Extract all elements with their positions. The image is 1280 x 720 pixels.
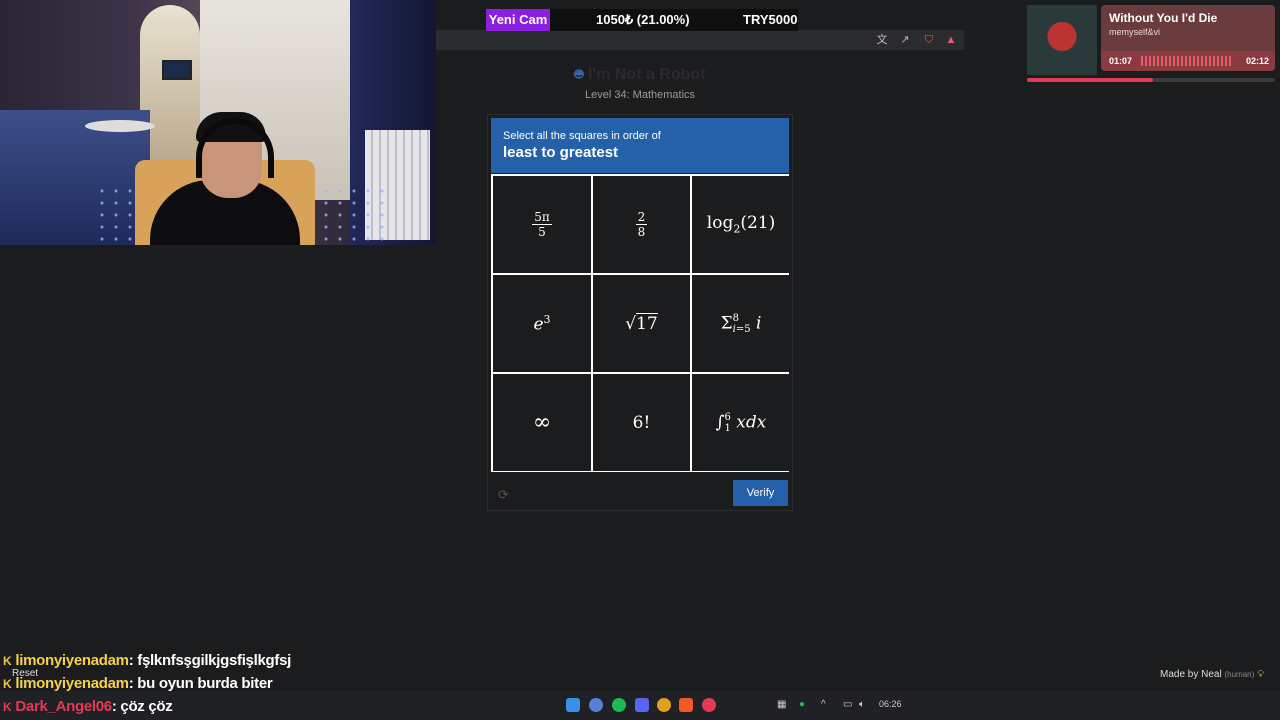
translate-icon[interactable]: 文 xyxy=(874,32,890,48)
robot-icon: 🤖︎ xyxy=(574,66,584,83)
kick-icon: K xyxy=(3,700,12,714)
tray-spotify-icon[interactable]: ● xyxy=(799,699,805,710)
spotify-icon[interactable] xyxy=(612,698,626,712)
chat-username: Dark_Angel06 xyxy=(15,698,112,715)
captcha-heading: 🤖︎ I'm Not a Robot Level 34: Mathematics xyxy=(440,64,840,101)
chat-text: çöz çöz xyxy=(120,698,173,715)
tray-chevron-icon[interactable]: ^ xyxy=(821,699,826,710)
song-progress-bar xyxy=(1027,78,1275,82)
tray-app-icon[interactable]: ▦ xyxy=(777,699,786,710)
captcha-widget: Select all the squares in order of least… xyxy=(487,114,793,511)
taskbar: ▦ ● ^ ▭ 🔈︎ 06:26 xyxy=(0,691,1280,720)
prompt-text: Select all the squares in order of xyxy=(503,130,661,142)
chat-username: limonyiyenadam xyxy=(15,652,129,669)
stream-goal-bar: Yeni Cam 1050₺ (21.00%) TRY5000 xyxy=(486,9,798,31)
prompt-bold-text: least to greatest xyxy=(503,144,619,161)
cell-5pi-over-5[interactable]: 5π 5 xyxy=(493,176,591,273)
goal-progress: 1050₺ (21.00%) xyxy=(596,12,690,27)
webcam-overlay xyxy=(0,0,436,245)
network-icon[interactable]: ▭ xyxy=(843,699,852,710)
chat-text: bu oyun burda biter xyxy=(137,675,273,692)
reset-label[interactable]: Reset xyxy=(12,668,38,679)
chat-message: Klimonyiyenadam: bu oyun burda biter xyxy=(3,675,273,692)
refresh-icon[interactable]: ⟳ xyxy=(498,487,509,503)
brave-rewards-icon[interactable]: ▲ xyxy=(943,32,959,48)
cell-log2-21[interactable]: log2(21) xyxy=(692,176,790,273)
cell-e-cubed[interactable]: e3 xyxy=(493,275,591,372)
cell-sqrt-17[interactable]: √17 xyxy=(593,275,690,372)
song-progress-fill xyxy=(1027,78,1154,82)
chrome-icon[interactable] xyxy=(657,698,671,712)
kick-icon: K xyxy=(3,654,12,668)
cam-label: Yeni Cam xyxy=(486,9,550,31)
song-title: Without You I'd Die xyxy=(1109,11,1218,25)
chat-message: K Dark_Angel06: çöz çöz xyxy=(3,698,173,715)
captcha-prompt: Select all the squares in order of least… xyxy=(491,118,789,173)
brave-shield-icon[interactable]: ⛉ xyxy=(921,32,937,48)
copilot-icon[interactable] xyxy=(589,698,603,712)
volume-icon[interactable]: 🔈︎ xyxy=(859,699,865,710)
chat-message: Klimonyiyenadam: fşlknfsşgilkjgsfişlkgfs… xyxy=(3,652,291,669)
song-current-time: 01:07 xyxy=(1109,56,1133,66)
brave-icon[interactable] xyxy=(679,698,693,712)
level-subtitle: Level 34: Mathematics xyxy=(584,89,696,101)
discord-icon[interactable] xyxy=(635,698,649,712)
cell-sum-5-to-8[interactable]: Σ 8 i=5 i xyxy=(692,275,790,372)
waveform xyxy=(1141,56,1233,66)
cell-2-over-8[interactable]: 28 xyxy=(593,176,690,273)
song-total-time: 02:12 xyxy=(1245,56,1269,66)
cell-6-factorial[interactable]: 6! xyxy=(593,374,690,471)
goal-target: TRY5000 xyxy=(743,12,798,27)
captcha-grid: 5π 5 28 log2(21) e3 √17 Σ 8 i=5 i ∞ 6! ∫ 6 1 … xyxy=(491,174,790,472)
album-art xyxy=(1027,5,1097,75)
credit-label: Made by Neal (human) 💡︎ xyxy=(1160,669,1264,680)
cell-integral-1-to-6[interactable]: ∫ 6 1 xdx xyxy=(692,374,790,471)
chat-text: fşlknfsşgilkjgsfişlkgfsj xyxy=(137,652,291,669)
app-icon[interactable] xyxy=(702,698,716,712)
lightbulb-icon: 💡︎ xyxy=(1257,669,1265,680)
credit-tag: (human) xyxy=(1224,670,1255,679)
windows-start-icon[interactable] xyxy=(566,698,580,712)
share-icon[interactable]: ↗ xyxy=(897,32,913,48)
cell-infinity[interactable]: ∞ xyxy=(493,374,591,471)
clock[interactable]: 06:26 xyxy=(879,699,902,709)
credit-text: Made by Neal xyxy=(1160,669,1222,680)
kick-icon: K xyxy=(3,677,12,691)
browser-toolbar: 文 ↗ ⛉ ▲ xyxy=(436,30,964,50)
music-widget: Without You I'd Die memyself&vi 01:07 02… xyxy=(1027,5,1275,75)
page-title: I'm Not a Robot xyxy=(587,66,706,83)
verify-button[interactable]: Verify xyxy=(733,480,788,506)
song-artist: memyself&vi xyxy=(1109,27,1161,37)
